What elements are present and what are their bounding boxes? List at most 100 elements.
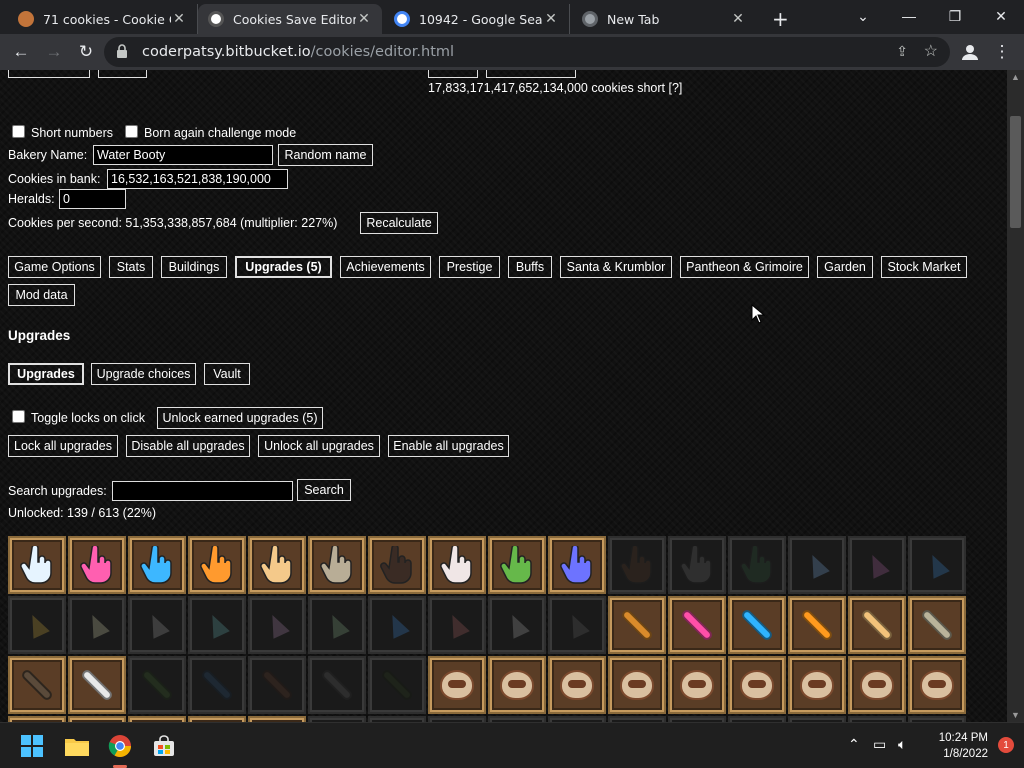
upgrade-tile[interactable] [248, 536, 306, 594]
file-explorer-button[interactable] [61, 730, 93, 762]
back-button[interactable]: ← [7, 38, 35, 66]
upgrade-tile[interactable] [788, 656, 846, 714]
bookmark-star-icon[interactable]: ☆ [924, 41, 938, 61]
tab-buildings[interactable]: Buildings [161, 256, 227, 278]
upgrade-tile[interactable] [728, 656, 786, 714]
browser-tab-save-editor[interactable]: Cookies Save Editor ✕ [198, 4, 382, 34]
upgrade-tile[interactable] [428, 596, 486, 654]
tab-search-button[interactable]: ⌄ [840, 0, 886, 32]
network-icon[interactable]: ▭ [873, 736, 886, 753]
upgrade-tile[interactable] [908, 656, 966, 714]
tab-upgrades[interactable]: Upgrades (5) [235, 256, 332, 278]
upgrade-tile[interactable] [68, 536, 126, 594]
upgrade-tile[interactable] [8, 656, 66, 714]
new-tab-button[interactable]: + [762, 4, 792, 34]
menu-button[interactable]: ⋮ [988, 38, 1016, 66]
upgrade-tile[interactable] [308, 596, 366, 654]
tray-chevron-up-icon[interactable]: ⌃ [848, 736, 860, 753]
tab-buffs[interactable]: Buffs [508, 256, 552, 278]
upgrade-tile[interactable] [908, 536, 966, 594]
upgrade-tile[interactable] [548, 656, 606, 714]
upgrade-tile[interactable] [728, 596, 786, 654]
lock-icon[interactable] [116, 44, 128, 59]
subtab-upgrade-choices[interactable]: Upgrade choices [91, 363, 196, 385]
top-partial-button[interactable] [486, 70, 576, 78]
lock-all-button[interactable]: Lock all upgrades [8, 435, 118, 457]
notification-badge[interactable]: 1 [998, 737, 1014, 753]
top-partial-button[interactable] [428, 70, 478, 78]
scroll-down-icon[interactable]: ▼ [1011, 710, 1020, 720]
heralds-input[interactable]: 0 [59, 189, 126, 209]
close-tab-icon[interactable]: ✕ [543, 11, 559, 27]
page-scrollbar[interactable]: ▲ ▼ [1007, 70, 1024, 722]
upgrade-tile[interactable] [428, 536, 486, 594]
upgrade-tile[interactable] [608, 596, 666, 654]
tab-garden[interactable]: Garden [817, 256, 873, 278]
clock[interactable]: 10:24 PM 1/8/2022 [939, 730, 988, 762]
minimize-button[interactable]: — [886, 0, 932, 32]
recalculate-button[interactable]: Recalculate [360, 212, 438, 234]
upgrade-tile[interactable] [728, 536, 786, 594]
upgrade-tile[interactable] [188, 656, 246, 714]
start-button[interactable] [16, 730, 48, 762]
upgrade-tile[interactable] [248, 596, 306, 654]
close-tab-icon[interactable]: ✕ [356, 11, 372, 27]
upgrade-tile[interactable] [188, 536, 246, 594]
upgrade-tile[interactable] [548, 596, 606, 654]
unlock-all-button[interactable]: Unlock all upgrades [258, 435, 380, 457]
enable-all-button[interactable]: Enable all upgrades [388, 435, 509, 457]
upgrade-tile[interactable] [128, 536, 186, 594]
upgrade-tile[interactable] [248, 656, 306, 714]
upgrade-tile[interactable] [368, 536, 426, 594]
upgrade-tile[interactable] [788, 536, 846, 594]
tab-mod-data[interactable]: Mod data [8, 284, 75, 306]
tab-prestige[interactable]: Prestige [439, 256, 500, 278]
upgrade-tile[interactable] [128, 596, 186, 654]
volume-icon[interactable]: 🔈︎ [898, 736, 906, 753]
profile-button[interactable] [956, 38, 984, 66]
upgrade-tile[interactable] [848, 536, 906, 594]
upgrade-tile[interactable] [668, 536, 726, 594]
upgrade-tile[interactable] [368, 596, 426, 654]
chrome-taskbar-button[interactable] [104, 730, 136, 768]
random-name-button[interactable]: Random name [278, 144, 373, 166]
close-tab-icon[interactable]: ✕ [730, 11, 746, 27]
upgrade-tile[interactable] [308, 536, 366, 594]
browser-tab-google-search[interactable]: 10942 - Google Search ✕ [384, 4, 570, 34]
upgrade-tile[interactable] [68, 656, 126, 714]
scrollbar-thumb[interactable] [1010, 116, 1021, 228]
unlock-earned-button[interactable]: Unlock earned upgrades (5) [157, 407, 323, 429]
upgrade-tile[interactable] [548, 536, 606, 594]
close-tab-icon[interactable]: ✕ [171, 11, 187, 27]
short-numbers-checkbox[interactable] [12, 125, 25, 138]
close-window-button[interactable]: ✕ [978, 0, 1024, 32]
upgrade-tile[interactable] [188, 596, 246, 654]
restore-button[interactable]: ❐ [932, 0, 978, 32]
tab-stats[interactable]: Stats [109, 256, 153, 278]
upgrade-tile[interactable] [608, 536, 666, 594]
upgrade-tile[interactable] [8, 596, 66, 654]
disable-all-button[interactable]: Disable all upgrades [126, 435, 250, 457]
upgrade-tile[interactable] [788, 596, 846, 654]
tab-achievements[interactable]: Achievements [340, 256, 431, 278]
born-again-checkbox[interactable] [125, 125, 138, 138]
search-input[interactable] [112, 481, 293, 501]
store-button[interactable] [148, 730, 180, 762]
tab-game-options[interactable]: Game Options [8, 256, 101, 278]
upgrade-tile[interactable] [68, 596, 126, 654]
subtab-upgrades[interactable]: Upgrades [8, 363, 84, 385]
tab-pantheon-grimoire[interactable]: Pantheon & Grimoire [680, 256, 809, 278]
search-button[interactable]: Search [297, 479, 351, 501]
upgrade-tile[interactable] [488, 536, 546, 594]
upgrade-tile[interactable] [368, 656, 426, 714]
upgrade-tile[interactable] [668, 596, 726, 654]
upgrade-tile[interactable] [428, 656, 486, 714]
subtab-vault[interactable]: Vault [204, 363, 250, 385]
tab-santa-krumblor[interactable]: Santa & Krumblor [560, 256, 672, 278]
upgrade-tile[interactable] [668, 656, 726, 714]
upgrade-tile[interactable] [848, 596, 906, 654]
scroll-up-icon[interactable]: ▲ [1011, 72, 1020, 82]
cookies-in-bank-input[interactable]: 16,532,163,521,838,190,000 [107, 169, 288, 189]
top-partial-button[interactable] [98, 70, 147, 78]
top-partial-button[interactable] [8, 70, 90, 78]
